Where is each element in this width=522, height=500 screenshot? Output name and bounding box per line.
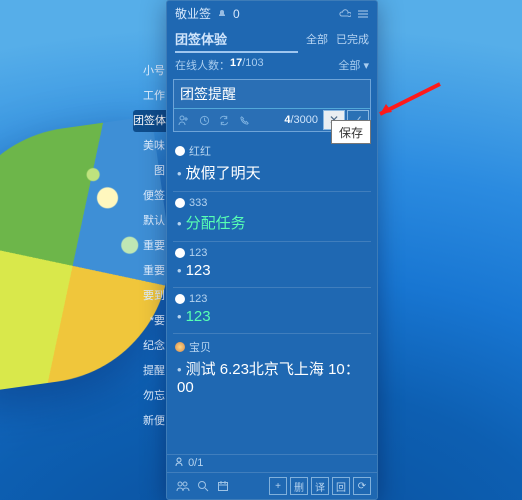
tabs-row: 团签体验 全部 已完成 bbox=[167, 26, 377, 55]
side-tab[interactable]: 纪念 bbox=[133, 335, 168, 357]
online-row: 在线人数： 17 /103 全部 ▾ bbox=[167, 55, 377, 77]
app-title: 敬业签 bbox=[175, 5, 211, 22]
members-icon[interactable] bbox=[173, 480, 193, 492]
note-author: 123 bbox=[175, 247, 369, 259]
note-item[interactable]: 123 •123 bbox=[173, 241, 371, 287]
author-name: 宝贝 bbox=[189, 339, 211, 355]
notif-count: 0 bbox=[233, 7, 240, 21]
compose-input[interactable]: 团签提醒 bbox=[174, 80, 370, 108]
counter-total: /3000 bbox=[290, 114, 318, 126]
side-tabs: 小号工作团签体验美味图便签默认重要重要要到*要纪念提醒勿忘新便 bbox=[133, 60, 168, 435]
online-current: 17 bbox=[230, 57, 242, 73]
avatar-icon bbox=[175, 198, 185, 208]
note-author: 333 bbox=[175, 197, 369, 209]
lock-icon: • bbox=[177, 362, 182, 377]
filter-done[interactable]: 已完成 bbox=[336, 31, 369, 51]
b3[interactable]: 回 bbox=[332, 477, 350, 495]
note-item[interactable]: 333 •分配任务 bbox=[173, 191, 371, 241]
search-icon[interactable] bbox=[193, 480, 213, 492]
side-tab[interactable]: 勿忘 bbox=[133, 385, 168, 407]
b4[interactable]: ⟳ bbox=[353, 477, 371, 495]
notes-list: 红红 •放假了明天 333 •分配任务 123 •123 123 •123 宝贝 •测试 6.23… bbox=[173, 138, 371, 454]
team-name[interactable]: 团签体验 bbox=[175, 29, 298, 53]
bottom-bar: + 删 译 回 ⟳ bbox=[167, 472, 377, 499]
filter-dropdown[interactable]: 全部 ▾ bbox=[338, 57, 369, 73]
note-author: 红红 bbox=[175, 143, 369, 159]
assign-count: 0/1 bbox=[188, 457, 203, 469]
side-tab[interactable]: 重要 bbox=[133, 235, 168, 257]
side-tab[interactable]: 图 bbox=[133, 160, 168, 182]
note-text: •测试 6.23北京飞上海 10：00 bbox=[175, 358, 369, 396]
menu-icon[interactable] bbox=[357, 9, 369, 19]
app-panel: 敬业签 0 团签体验 全部 已完成 在线人数： 17 /103 全部 ▾ 团签提… bbox=[166, 0, 378, 500]
author-name: 123 bbox=[189, 293, 207, 305]
add-button[interactable]: + bbox=[269, 477, 287, 495]
note-item[interactable]: 红红 •放假了明天 bbox=[173, 138, 371, 191]
note-text: •123 bbox=[175, 308, 369, 325]
side-tab[interactable]: 小号 bbox=[133, 60, 168, 82]
side-tab[interactable]: 默认 bbox=[133, 210, 168, 232]
note-author: 宝贝 bbox=[175, 339, 369, 355]
note-text: •分配任务 bbox=[175, 212, 369, 233]
avatar-icon bbox=[175, 248, 185, 258]
phone-icon[interactable] bbox=[234, 109, 254, 131]
side-tab[interactable]: 要到 bbox=[133, 285, 168, 307]
lock-icon: • bbox=[177, 263, 182, 278]
side-tab[interactable]: 工作 bbox=[133, 85, 168, 107]
side-tab[interactable]: 重要 bbox=[133, 260, 168, 282]
b1[interactable]: 删 bbox=[290, 477, 308, 495]
avatar-icon bbox=[175, 294, 185, 304]
save-tooltip: 保存 bbox=[331, 120, 371, 144]
author-name: 333 bbox=[189, 197, 207, 209]
lock-icon: • bbox=[177, 216, 182, 231]
char-counter: 4/3000 bbox=[284, 114, 322, 126]
note-text: •放假了明天 bbox=[175, 162, 369, 183]
side-tab[interactable]: 便签 bbox=[133, 185, 168, 207]
avatar-icon bbox=[175, 342, 185, 352]
cloud-icon[interactable] bbox=[339, 9, 351, 19]
lock-icon: • bbox=[177, 166, 182, 181]
lock-icon: • bbox=[177, 309, 182, 324]
author-name: 红红 bbox=[189, 143, 211, 159]
side-tab[interactable]: 新便 bbox=[133, 410, 168, 432]
clock-icon[interactable] bbox=[194, 109, 214, 131]
avatar-icon bbox=[175, 146, 185, 156]
author-name: 123 bbox=[189, 247, 207, 259]
calendar-icon[interactable] bbox=[213, 480, 233, 492]
side-tab[interactable]: *要 bbox=[133, 310, 168, 332]
online-total: /103 bbox=[242, 57, 263, 73]
assign-summary: 0/1 bbox=[167, 454, 377, 472]
assign-icon[interactable] bbox=[174, 109, 194, 131]
side-tab[interactable]: 美味 bbox=[133, 135, 168, 157]
note-item[interactable]: 宝贝 •测试 6.23北京飞上海 10：00 bbox=[173, 333, 371, 404]
online-label: 在线人数： bbox=[175, 57, 230, 73]
repeat-icon[interactable] bbox=[214, 109, 234, 131]
b2[interactable]: 译 bbox=[311, 477, 329, 495]
side-tab[interactable]: 团签体验 bbox=[133, 110, 168, 132]
bell-icon bbox=[217, 9, 227, 19]
side-tab[interactable]: 提醒 bbox=[133, 360, 168, 382]
title-bar: 敬业签 0 bbox=[167, 1, 377, 26]
note-text: •123 bbox=[175, 262, 369, 279]
note-author: 123 bbox=[175, 293, 369, 305]
filter-all[interactable]: 全部 bbox=[306, 31, 328, 51]
note-item[interactable]: 123 •123 bbox=[173, 287, 371, 333]
